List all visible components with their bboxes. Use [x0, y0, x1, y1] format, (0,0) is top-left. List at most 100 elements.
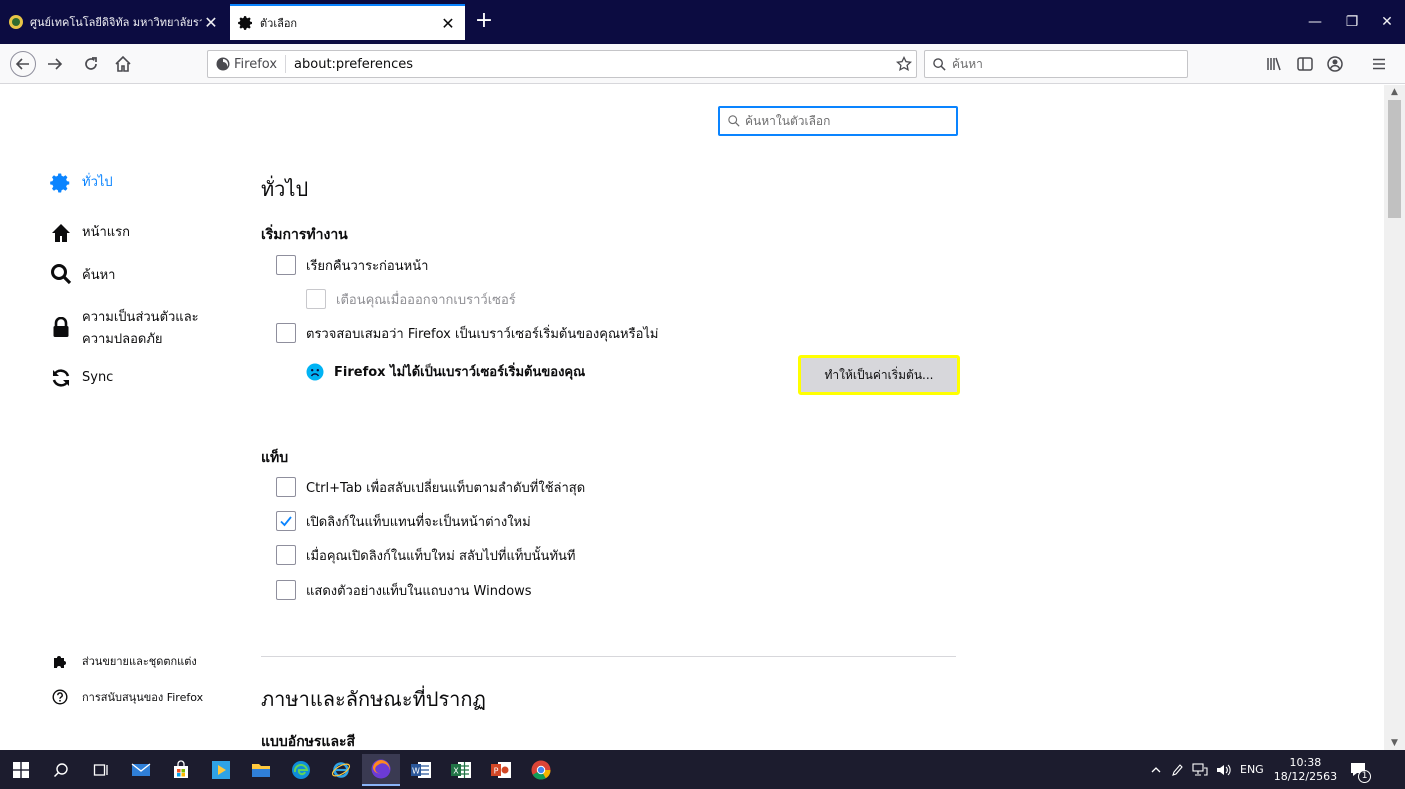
scrollbar-thumb[interactable] — [1388, 100, 1401, 218]
preferences-page: ค้นหาในตัวเลือก ทั่วไป หน้าแรก ค้นหา ควา… — [0, 85, 1384, 750]
category-search[interactable]: ค้นหา — [50, 263, 115, 289]
language-appearance-title: ภาษาและลักษณะที่ปรากฏ — [261, 687, 486, 711]
media-app-button[interactable] — [202, 754, 240, 786]
firefox-taskbar-button[interactable] — [362, 754, 400, 786]
firefox-support-link[interactable]: การสนับสนุนของ Firefox — [52, 688, 203, 706]
search-bar[interactable]: ค้นหา — [924, 50, 1188, 78]
url-bar[interactable]: Firefox about:preferences — [207, 50, 917, 78]
store-app-button[interactable] — [162, 754, 200, 786]
mail-app-button[interactable] — [122, 754, 160, 786]
search-icon — [50, 263, 74, 287]
account-button[interactable] — [1320, 49, 1350, 79]
tab-close-icon[interactable]: ✕ — [439, 14, 457, 33]
puzzle-icon — [52, 653, 68, 669]
home-button[interactable] — [108, 49, 138, 79]
menu-button[interactable] — [1364, 49, 1394, 79]
word-app-button[interactable]: W — [402, 754, 440, 786]
ctrl-tab-option[interactable]: Ctrl+Tab เพื่อสลับเปลี่ยนแท็บตามลำดับที่… — [276, 476, 585, 498]
switch-to-new-tab-checkbox[interactable] — [276, 545, 296, 565]
library-button[interactable] — [1259, 49, 1289, 79]
taskbar-previews-checkbox[interactable] — [276, 580, 296, 600]
internet-explorer-button[interactable] — [322, 754, 360, 786]
gear-icon — [50, 172, 74, 196]
hamburger-menu-icon — [1373, 58, 1385, 70]
preferences-search-input[interactable]: ค้นหาในตัวเลือก — [718, 106, 958, 136]
option-label: เตือนคุณเมื่อออกจากเบราว์เซอร์ — [336, 292, 516, 308]
switch-to-new-tab-option[interactable]: เมื่อคุณเปิดลิงก์ในแท็บใหม่ สลับไปที่แท็… — [276, 544, 575, 566]
input-language-indicator[interactable]: ENG — [1240, 763, 1264, 776]
category-general[interactable]: ทั่วไป — [50, 172, 113, 196]
svg-text:W: W — [412, 767, 420, 776]
pen-icon[interactable] — [1170, 763, 1184, 777]
volume-icon[interactable] — [1216, 763, 1232, 777]
reload-button[interactable] — [76, 49, 106, 79]
restore-session-checkbox[interactable] — [276, 255, 296, 275]
open-links-in-tabs-checkbox[interactable] — [276, 511, 296, 531]
startup-heading: เริ่มการทำงาน — [261, 227, 348, 243]
taskbar-search-button[interactable] — [42, 754, 80, 786]
category-privacy[interactable]: ความเป็นส่วนตัวและ ความปลอดภัย — [50, 307, 199, 351]
tab-close-icon[interactable]: ✕ — [202, 13, 220, 32]
search-icon — [53, 763, 68, 778]
chevron-up-icon[interactable] — [1150, 764, 1162, 776]
identity-box[interactable]: Firefox — [208, 55, 287, 73]
tab-label: ตัวเลือก — [260, 17, 298, 30]
powerpoint-app-button[interactable]: P — [482, 754, 520, 786]
chrome-browser-button[interactable] — [522, 754, 560, 786]
task-view-icon — [93, 764, 108, 776]
task-view-button[interactable] — [82, 754, 120, 786]
tab-university[interactable]: ศูนย์เทคโนโลยีดิจิทัล มหาวิทยาลัยราช ✕ — [0, 4, 228, 40]
open-links-in-tabs-option[interactable]: เปิดลิงก์ในแท็บแทนที่จะเป็นหน้าต่างใหม่ — [276, 510, 531, 532]
network-icon[interactable] — [1192, 762, 1208, 777]
edge-browser-button[interactable] — [282, 754, 320, 786]
footer-link-label: การสนับสนุนของ Firefox — [82, 691, 204, 704]
tab-preferences[interactable]: ตัวเลือก ✕ — [230, 4, 465, 40]
play-icon — [212, 761, 230, 779]
taskbar-previews-option[interactable]: แสดงตัวอย่างแท็บในแถบงาน Windows — [276, 579, 532, 601]
tab-strip: ศูนย์เทคโนโลยีดิจิทัล มหาวิทยาลัยราช ✕ ต… — [0, 0, 1405, 44]
scroll-down-icon[interactable]: ▼ — [1384, 736, 1405, 750]
start-button[interactable] — [2, 754, 40, 786]
firefox-logo-icon — [371, 759, 391, 779]
fonts-colors-heading: แบบอักษรและสี — [261, 734, 356, 750]
excel-icon: X — [451, 762, 471, 778]
footer-link-label: ส่วนขยายและชุดตกแต่ง — [82, 655, 197, 668]
minimize-button[interactable]: — — [1297, 8, 1333, 36]
back-button[interactable] — [8, 49, 38, 79]
extensions-themes-link[interactable]: ส่วนขยายและชุดตกแต่ง — [52, 652, 197, 670]
excel-app-button[interactable]: X — [442, 754, 480, 786]
forward-button[interactable] — [40, 49, 70, 79]
close-window-button[interactable]: ✕ — [1369, 8, 1405, 36]
clock-date: 18/12/2563 — [1273, 769, 1338, 783]
chrome-icon — [531, 760, 551, 780]
category-label: หน้าแรก — [82, 225, 130, 240]
home-icon — [115, 55, 131, 72]
category-label: Sync — [82, 370, 114, 385]
option-label: เปิดลิงก์ในแท็บแทนที่จะเป็นหน้าต่างใหม่ — [306, 514, 531, 530]
edge-icon — [292, 761, 310, 779]
home-icon — [50, 222, 74, 246]
check-default-browser-checkbox[interactable] — [276, 323, 296, 343]
taskbar-clock[interactable]: 10:38 18/12/2563 — [1274, 756, 1337, 784]
notification-center-icon[interactable]: 1 — [1349, 761, 1372, 783]
check-default-browser-option[interactable]: ตรวจสอบเสมอว่า Firefox เป็นเบราว์เซอร์เร… — [276, 322, 659, 344]
make-default-button[interactable]: ทำให้เป็นค่าเริ่มต้น... — [798, 355, 960, 395]
category-sync[interactable]: Sync — [50, 367, 113, 391]
store-icon — [174, 760, 188, 778]
scroll-up-icon[interactable]: ▲ — [1384, 85, 1405, 99]
back-arrow-icon — [10, 51, 36, 77]
sidebar-button[interactable] — [1290, 49, 1320, 79]
ctrl-tab-checkbox[interactable] — [276, 477, 296, 497]
site-favicon-icon — [8, 14, 24, 30]
file-explorer-button[interactable] — [242, 754, 280, 786]
bookmark-star-icon[interactable] — [892, 56, 916, 72]
new-tab-button[interactable]: + — [470, 8, 498, 36]
category-home[interactable]: หน้าแรก — [50, 222, 130, 246]
search-placeholder: ค้นหา — [952, 56, 983, 71]
svg-text:P: P — [494, 767, 499, 776]
restore-session-option[interactable]: เรียกคืนวาระก่อนหน้า — [276, 254, 428, 276]
firefox-logo-icon — [216, 57, 230, 71]
restore-button[interactable]: ❐ — [1334, 8, 1370, 36]
folder-icon — [252, 764, 270, 777]
url-text[interactable]: about:preferences — [286, 57, 892, 72]
